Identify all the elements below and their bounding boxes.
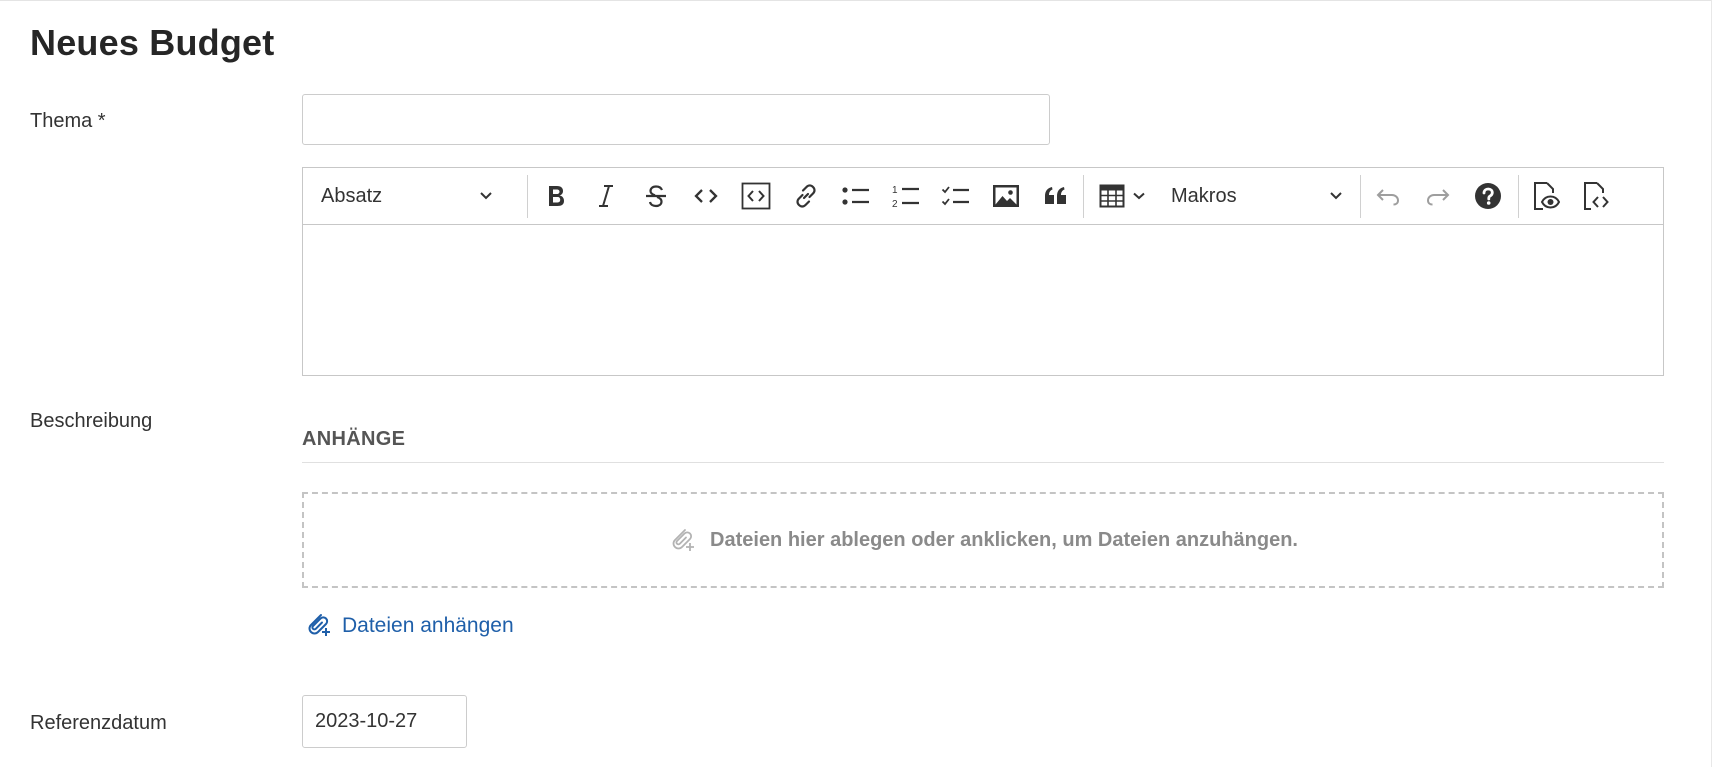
image-button[interactable] [983, 168, 1029, 224]
paragraph-dropdown-label: Absatz [321, 184, 383, 207]
code-button[interactable] [683, 168, 729, 224]
reference-date-input[interactable] [302, 695, 467, 748]
italic-icon [595, 183, 617, 209]
macros-dropdown[interactable]: Makros [1159, 168, 1355, 224]
link-button[interactable] [783, 168, 829, 224]
todo-list-icon [941, 184, 971, 208]
chevron-down-icon [479, 191, 493, 201]
editor-content-area[interactable] [303, 225, 1663, 375]
editor-toolbar: Absatz 1 2 Makros [303, 168, 1663, 225]
code-block-icon [741, 182, 771, 210]
todo-list-button[interactable] [933, 168, 979, 224]
redo-icon [1425, 186, 1451, 206]
reference-date-label: Referenzdatum [30, 712, 167, 734]
attach-files-link[interactable]: Dateien anhängen [304, 609, 514, 643]
help-button[interactable] [1465, 168, 1511, 224]
attachments-heading: ANHÄNGE [302, 428, 406, 450]
undo-icon [1375, 186, 1401, 206]
chevron-down-icon [1133, 192, 1145, 200]
svg-text:1: 1 [892, 185, 898, 196]
subject-input[interactable] [302, 94, 1050, 145]
code-icon [693, 186, 719, 206]
svg-text:2: 2 [892, 199, 898, 209]
numbered-list-icon: 12 [891, 183, 921, 209]
strikethrough-button[interactable] [633, 168, 679, 224]
blockquote-button[interactable] [1033, 168, 1079, 224]
insert-table-button[interactable] [1089, 168, 1155, 224]
paragraph-dropdown[interactable]: Absatz [309, 168, 505, 224]
blockquote-icon [1043, 185, 1069, 207]
bulleted-list-button[interactable] [833, 168, 879, 224]
table-icon [1099, 184, 1125, 208]
preview-icon [1532, 181, 1560, 211]
bold-button[interactable] [533, 168, 579, 224]
help-icon [1474, 182, 1502, 210]
toolbar-separator [1360, 175, 1361, 218]
attachments-divider [302, 462, 1664, 463]
description-editor[interactable]: Absatz 1 2 Makros [302, 167, 1664, 376]
strikethrough-icon [644, 183, 668, 209]
toolbar-separator [1083, 175, 1084, 218]
bulleted-list-icon [841, 184, 871, 208]
subject-label: Thema * [30, 110, 106, 132]
toolbar-separator [527, 175, 528, 218]
source-icon [1582, 181, 1610, 211]
dropzone-text: Dateien hier ablegen oder anklicken, um … [710, 528, 1298, 551]
italic-button[interactable] [583, 168, 629, 224]
chevron-down-icon [1329, 191, 1343, 201]
code-block-button[interactable] [733, 168, 779, 224]
description-label: Beschreibung [30, 410, 153, 432]
link-icon [793, 183, 819, 209]
source-button[interactable] [1573, 168, 1619, 224]
preview-button[interactable] [1523, 168, 1569, 224]
redo-button[interactable] [1415, 168, 1461, 224]
bold-icon [545, 183, 567, 209]
attachment-dropzone[interactable]: Dateien hier ablegen oder anklicken, um … [302, 492, 1664, 588]
toolbar-separator [1518, 175, 1519, 218]
undo-button[interactable] [1365, 168, 1411, 224]
top-border [0, 0, 1712, 1]
image-icon [992, 184, 1020, 208]
attach-paperclip-icon [668, 524, 696, 557]
page-title: Neues Budget [30, 22, 275, 63]
attach-paperclip-icon [304, 609, 332, 643]
attach-files-label: Dateien anhängen [342, 614, 514, 637]
numbered-list-button[interactable]: 12 [883, 168, 929, 224]
macros-dropdown-label: Makros [1171, 184, 1237, 207]
